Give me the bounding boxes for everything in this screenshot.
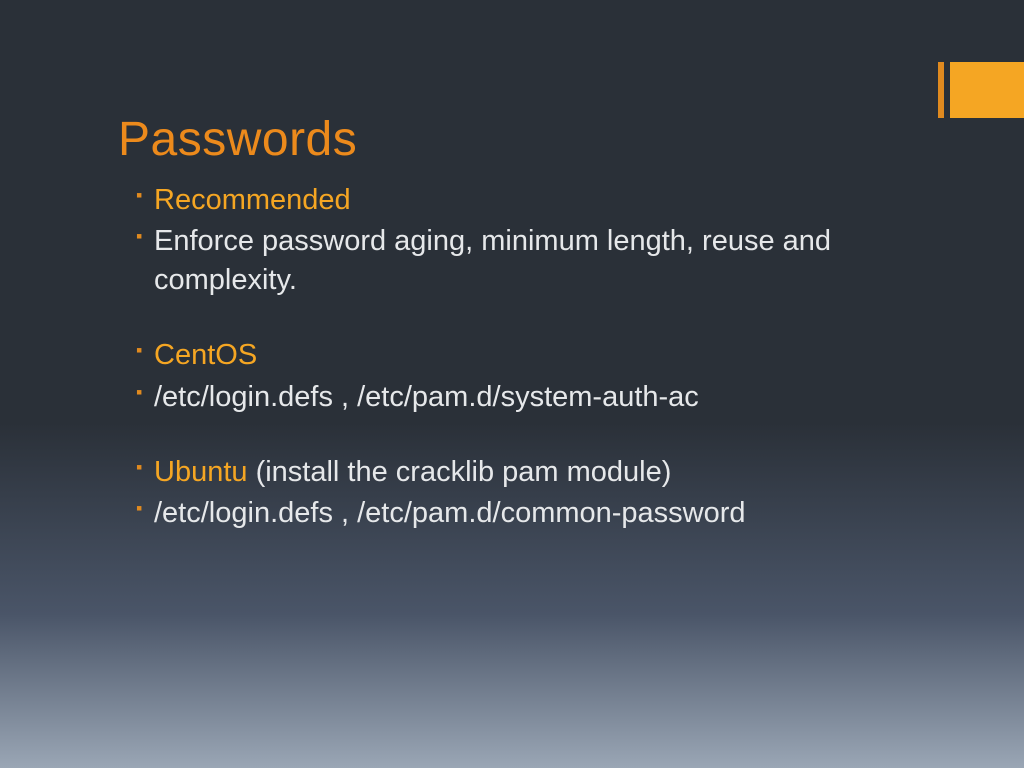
bullet-rest: (install the cracklib pam module)	[248, 456, 672, 488]
bullet-ubuntu: Ubuntu (install the cracklib pam module)	[136, 453, 914, 492]
slide-title: Passwords	[118, 112, 914, 167]
bullet-list: CentOS /etc/login.defs , /etc/pam.d/syst…	[118, 336, 914, 416]
bullet-text: /etc/login.defs , /etc/pam.d/common-pass…	[154, 497, 746, 529]
bullet-recommended: Recommended	[136, 181, 914, 220]
bullet-centos-paths: /etc/login.defs , /etc/pam.d/system-auth…	[136, 378, 914, 417]
corner-bar	[938, 62, 944, 118]
bullet-accent: CentOS	[154, 339, 257, 371]
bullet-accent: Recommended	[154, 184, 351, 216]
bullet-centos: CentOS	[136, 336, 914, 375]
spacer	[118, 302, 914, 336]
bullet-accent: Ubuntu	[154, 456, 248, 488]
bullet-ubuntu-paths: /etc/login.defs , /etc/pam.d/common-pass…	[136, 494, 914, 533]
bullet-enforce: Enforce password aging, minimum length, …	[136, 222, 914, 300]
bullet-list: Recommended Enforce password aging, mini…	[118, 181, 914, 300]
bullet-list: Ubuntu (install the cracklib pam module)…	[118, 453, 914, 533]
slide-body: Passwords Recommended Enforce password a…	[0, 0, 1024, 533]
corner-block	[950, 62, 1024, 118]
spacer	[118, 419, 914, 453]
corner-decoration	[938, 62, 1024, 118]
bullet-text: /etc/login.defs , /etc/pam.d/system-auth…	[154, 381, 699, 413]
bullet-text: Enforce password aging, minimum length, …	[154, 225, 831, 296]
